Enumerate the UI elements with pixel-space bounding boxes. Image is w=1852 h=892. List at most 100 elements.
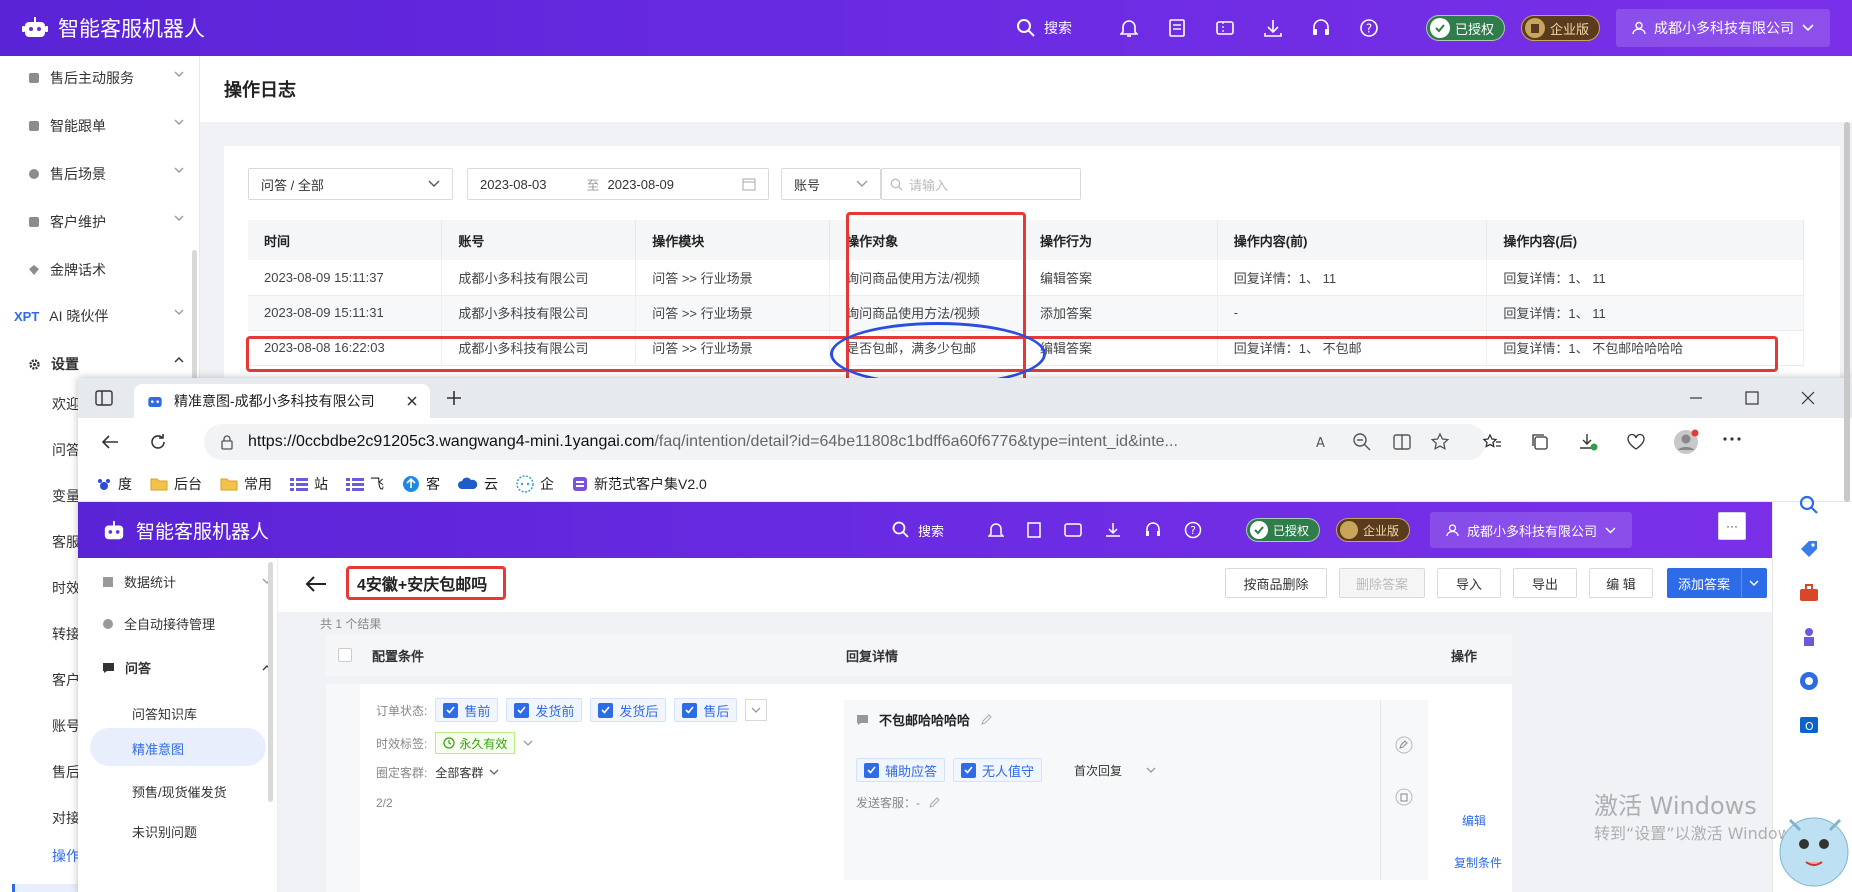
- sidebar-sub-operations[interactable]: 操作: [52, 846, 80, 866]
- order-status-tag[interactable]: 发货后: [590, 698, 667, 722]
- headset-icon[interactable]: [1144, 521, 1162, 539]
- edit-link[interactable]: 编辑: [1462, 812, 1486, 829]
- help-icon[interactable]: ?: [1356, 15, 1382, 41]
- order-status-dropdown[interactable]: [745, 699, 768, 721]
- favorites-icon[interactable]: [1482, 432, 1502, 452]
- sidebar-sub-account[interactable]: 账号: [52, 716, 80, 736]
- download-icon[interactable]: [1260, 15, 1286, 41]
- sidebar-sub-variables[interactable]: 变量: [52, 486, 80, 506]
- bookmark-baidu[interactable]: 度: [96, 474, 132, 494]
- settings-more-icon[interactable]: [1722, 436, 1742, 442]
- edge-copilot-icon[interactable]: [1798, 670, 1820, 692]
- inner-sidebar-sub-intent[interactable]: 精准意图: [132, 739, 184, 758]
- download-icon[interactable]: [1104, 521, 1122, 539]
- field-select[interactable]: 账号: [781, 168, 881, 200]
- search-button[interactable]: 搜索: [1016, 18, 1072, 38]
- export-button[interactable]: 导出: [1513, 568, 1577, 598]
- zoom-out-icon[interactable]: [1352, 432, 1372, 452]
- time-tag[interactable]: 永久有效: [435, 732, 516, 754]
- inner-sidebar-sub-presale[interactable]: 预售/现货催发货: [132, 782, 227, 801]
- date-from[interactable]: 2023-08-03: [480, 177, 547, 192]
- headset-icon[interactable]: [1308, 15, 1334, 41]
- pencil-icon[interactable]: [980, 713, 992, 726]
- minimize-icon[interactable]: [1688, 390, 1704, 406]
- bookmark-station[interactable]: 站: [290, 474, 328, 494]
- bookmark-cloud[interactable]: 云: [458, 474, 498, 494]
- downloads-icon[interactable]: [1578, 432, 1598, 452]
- edge-tools-icon[interactable]: [1798, 582, 1820, 604]
- chevron-down-icon[interactable]: [489, 769, 499, 776]
- chevron-down-icon[interactable]: [1146, 767, 1156, 774]
- inner-sidebar-item-stats[interactable]: 数据统计: [102, 572, 272, 591]
- split-screen-icon[interactable]: [1392, 432, 1412, 452]
- inner-sidebar-item-qa[interactable]: 问答: [102, 658, 272, 677]
- group-value[interactable]: 全部客群: [435, 764, 483, 781]
- select-all-checkbox[interactable]: [338, 648, 352, 662]
- maximize-icon[interactable]: [1744, 390, 1760, 406]
- ticket-icon[interactable]: [1064, 522, 1082, 538]
- edit-button[interactable]: 编 辑: [1589, 568, 1653, 598]
- sidebar-item-customer-care[interactable]: 客户维护: [0, 202, 200, 242]
- order-status-tag[interactable]: 发货前: [506, 698, 583, 722]
- new-tab-icon[interactable]: [444, 388, 464, 408]
- close-icon[interactable]: [406, 395, 418, 407]
- bookmark-new-paradigm[interactable]: 新范式客户集V2.0: [572, 474, 707, 494]
- bookmark-fly[interactable]: 飞: [346, 474, 384, 494]
- add-answer-button[interactable]: 添加答案: [1667, 568, 1741, 598]
- company-selector[interactable]: 成都小多科技有限公司: [1430, 512, 1633, 548]
- sidebar-item-ai-partner[interactable]: XPT AI 晓伙伴: [0, 296, 200, 336]
- back-arrow-icon[interactable]: [100, 432, 120, 452]
- order-status-tag[interactable]: 售前: [435, 698, 499, 722]
- inner-sidebar-scrollbar[interactable]: [268, 562, 273, 802]
- bookmark-customer[interactable]: 客: [402, 474, 440, 494]
- delete-answer-button[interactable]: 删除答案: [1339, 568, 1425, 598]
- edit-pencil-icon[interactable]: [1395, 736, 1413, 754]
- sidebar-sub-agents[interactable]: 客服: [52, 532, 80, 552]
- bell-icon[interactable]: [1116, 15, 1142, 41]
- more-button[interactable]: ···: [1718, 512, 1746, 540]
- search-input[interactable]: 请输入: [881, 168, 1081, 200]
- refresh-icon[interactable]: [148, 432, 168, 452]
- reply-mode[interactable]: 首次回复: [1074, 762, 1122, 779]
- bookmark-folder-backend[interactable]: 后台: [150, 474, 202, 494]
- edge-shopping-icon[interactable]: [1798, 538, 1820, 560]
- inner-sidebar-sub-knowledge[interactable]: 问答知识库: [132, 704, 197, 723]
- page-scrollbar[interactable]: [1844, 122, 1850, 502]
- bookmark-folder-common[interactable]: 常用: [220, 474, 272, 494]
- favorite-add-icon[interactable]: [1430, 432, 1450, 452]
- app-logo[interactable]: 智能客服机器人: [0, 13, 205, 43]
- sidebar-sub-qa[interactable]: 问答: [52, 440, 80, 460]
- edge-outlook-icon[interactable]: O: [1798, 714, 1820, 736]
- trash-icon[interactable]: [1395, 788, 1413, 806]
- sidebar-sub-integration[interactable]: 对接: [52, 808, 80, 828]
- edge-search-icon[interactable]: [1798, 494, 1820, 516]
- copy-conditions-link[interactable]: 复制条件: [1454, 854, 1502, 871]
- sidebar-sub-welcome[interactable]: 欢迎: [52, 394, 80, 414]
- delete-by-product-button[interactable]: 按商品删除: [1225, 568, 1327, 598]
- import-button[interactable]: 导入: [1437, 568, 1501, 598]
- tab-actions-icon[interactable]: [94, 388, 114, 408]
- browser-essentials-icon[interactable]: [1626, 432, 1646, 452]
- date-range-picker[interactable]: 2023-08-03 至 2023-08-09: [467, 168, 769, 200]
- collections-icon[interactable]: [1530, 432, 1550, 452]
- inner-app-logo[interactable]: 智能客服机器人: [102, 517, 269, 544]
- pencil-icon[interactable]: [928, 796, 940, 809]
- sidebar-item-after-sales-scene[interactable]: 售后场景: [0, 154, 200, 194]
- sidebar-sub-customer[interactable]: 客户: [52, 670, 80, 690]
- help-icon[interactable]: ?: [1184, 521, 1202, 539]
- document-icon[interactable]: [1164, 15, 1190, 41]
- back-arrow-icon[interactable]: [304, 574, 328, 594]
- add-answer-dropdown[interactable]: [1741, 568, 1767, 598]
- address-bar[interactable]: https://0ccbdbe2c91205c3.wangwang4-mini.…: [204, 424, 1486, 460]
- sidebar-item-smart-followup[interactable]: 智能跟单: [0, 106, 200, 146]
- order-status-tag[interactable]: 售后: [674, 698, 738, 722]
- date-to[interactable]: 2023-08-09: [608, 177, 675, 192]
- inner-search-button[interactable]: 搜索: [892, 521, 944, 540]
- inner-sidebar-sub-unrecognized[interactable]: 未识别问题: [132, 822, 197, 841]
- bookmark-enterprise[interactable]: 企: [516, 474, 554, 494]
- profile-avatar[interactable]: [1672, 428, 1700, 456]
- sidebar-item-after-sales-service[interactable]: 售后主动服务: [0, 58, 200, 98]
- document-icon[interactable]: [1026, 521, 1042, 539]
- ticket-icon[interactable]: [1212, 15, 1238, 41]
- sidebar-sub-after-sales[interactable]: 售后: [52, 762, 80, 782]
